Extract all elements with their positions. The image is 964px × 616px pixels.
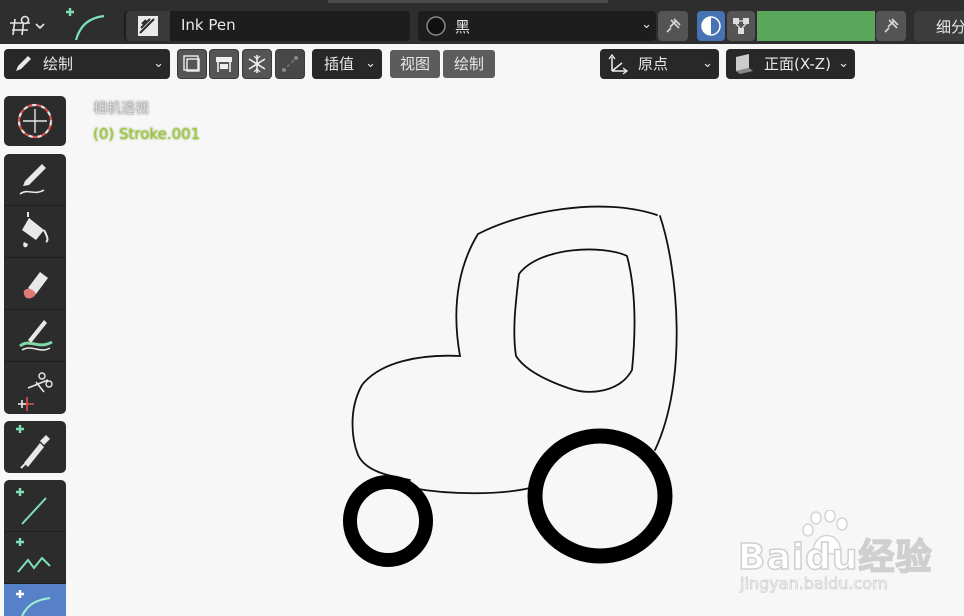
watermark-brand: Baidu经验 (737, 536, 933, 579)
watermark: Baidu经验 jingyan.baidu.com (737, 510, 964, 616)
rear-wheel (527, 428, 673, 564)
watermark-url: jingyan.baidu.com (740, 574, 888, 594)
front-wheel (343, 475, 433, 567)
car-window-stroke (513, 248, 636, 393)
